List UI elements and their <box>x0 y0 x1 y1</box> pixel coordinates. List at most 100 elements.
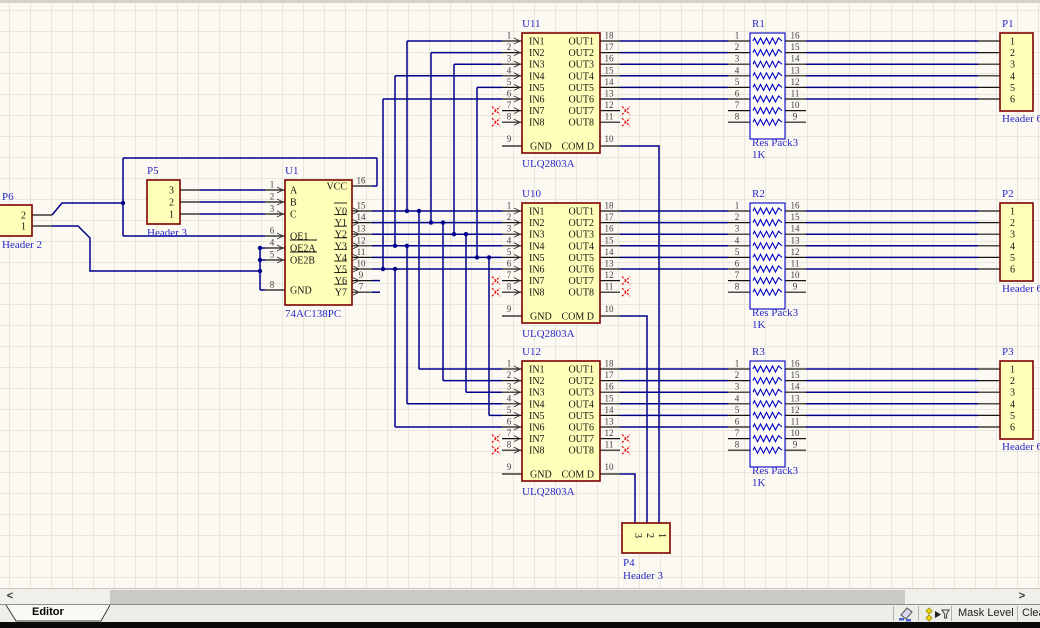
pin-label: IN2 <box>529 48 545 59</box>
pin-label: IN7 <box>529 276 545 287</box>
pin-number: 13 <box>791 235 801 245</box>
pin-label: IN3 <box>529 60 545 71</box>
pin-label: OUT8 <box>568 288 594 299</box>
pin-number: 16 <box>791 201 801 211</box>
play-icon <box>935 611 941 618</box>
pin-number: 4 <box>735 393 740 403</box>
pin-number: 12 <box>357 235 366 245</box>
pin-label: OUT2 <box>568 48 594 59</box>
pin-label: IN2 <box>529 218 545 229</box>
pin-number: 15 <box>791 42 801 52</box>
pin-label: VCC <box>326 182 347 193</box>
pin-number: 1 <box>1010 365 1015 376</box>
clear-button[interactable]: Clear <box>1022 607 1040 619</box>
filter-tools-icons[interactable] <box>922 606 950 622</box>
no-erc-icon[interactable] <box>622 277 630 285</box>
pin-number: 12 <box>791 247 800 257</box>
component-P6[interactable]: 21P6Header 2 <box>0 191 42 251</box>
pin-label: OUT5 <box>568 253 594 264</box>
designator: U10 <box>522 188 541 200</box>
component-P3[interactable]: 123456P3Header 6 <box>1000 346 1040 453</box>
pin-label: IN4 <box>529 241 545 252</box>
component-P1[interactable]: 123456P1Header 6 <box>1000 18 1040 125</box>
schematic-canvas[interactable]: 1IN118OUT12IN217OUT23IN316OUT34IN415OUT4… <box>0 3 1040 588</box>
pin-label: Y4 <box>335 253 347 264</box>
pin-number: 18 <box>605 359 615 369</box>
pin-number: 2 <box>644 533 655 538</box>
scroll-thumb[interactable] <box>110 590 905 604</box>
pin-number: 2 <box>735 212 740 222</box>
pin-number: 9 <box>507 134 512 144</box>
part-name: Header 6 <box>1002 113 1040 125</box>
pin-number: 2 <box>169 198 174 209</box>
eraser-icon[interactable] <box>897 606 915 622</box>
part-name: Header 3 <box>623 570 664 582</box>
pin-number: 1 <box>1010 37 1015 48</box>
component-U1[interactable]: 1A2B3C6OE14OE2A5OE2B8GND16VCC15Y014Y113Y… <box>270 165 366 320</box>
pin-number: 14 <box>605 247 615 257</box>
component-U11[interactable]: 1IN118OUT12IN217OUT23IN316OUT34IN415OUT4… <box>507 18 614 170</box>
pin-number: 2 <box>735 370 740 380</box>
pin-number: 13 <box>605 417 615 427</box>
pin-number: 9 <box>507 304 512 314</box>
pin-label: OUT1 <box>568 207 594 218</box>
pin-number: 4 <box>507 65 512 75</box>
part-name: 74AC138PC <box>285 308 341 320</box>
component-P4[interactable]: 321P4Header 3 <box>622 523 670 582</box>
editor-tab-label[interactable]: Editor <box>32 606 64 618</box>
pin-number: 7 <box>735 100 740 110</box>
no-erc-icon[interactable] <box>622 107 630 115</box>
pin-label: B <box>290 198 297 209</box>
component-R2[interactable]: 11621531441351261171089R2Res Pack31K <box>735 188 800 331</box>
scroll-left-button[interactable]: < <box>2 589 18 604</box>
pin-number: 13 <box>605 89 615 99</box>
component-P2[interactable]: 123456P2Header 6 <box>1000 188 1040 295</box>
no-erc-icon[interactable] <box>492 446 500 454</box>
pin-number: 6 <box>735 89 740 99</box>
pin-label: IN7 <box>529 434 545 445</box>
part-name: Res Pack3 <box>752 137 799 149</box>
pin-label: OUT6 <box>568 95 594 106</box>
component-R3[interactable]: 11621531441351261171089R3Res Pack31K <box>735 346 800 489</box>
mask-level-button[interactable]: Mask Level <box>958 607 1014 619</box>
horizontal-scrollbar[interactable]: < > <box>0 588 1040 604</box>
no-erc-icon[interactable] <box>622 288 630 296</box>
pin-number: 5 <box>507 405 512 415</box>
pin-number: 11 <box>791 417 800 427</box>
part-name: Header 2 <box>2 239 42 251</box>
no-erc-icon[interactable] <box>622 446 630 454</box>
component-U10[interactable]: 1IN118OUT12IN217OUT23IN316OUT34IN415OUT4… <box>507 188 614 340</box>
pin-number: 16 <box>605 224 615 234</box>
pin-label: IN6 <box>529 423 545 434</box>
part-value: 1K <box>752 319 766 331</box>
scroll-right-button[interactable]: > <box>1014 589 1030 604</box>
pin-number: 8 <box>507 112 512 122</box>
pin-label: OUT1 <box>568 365 594 376</box>
no-erc-icon[interactable] <box>492 435 500 443</box>
pin-number: 5 <box>735 405 740 415</box>
pin-number: 4 <box>507 393 512 403</box>
no-erc-icon[interactable] <box>622 118 630 126</box>
no-erc-icon[interactable] <box>622 435 630 443</box>
pin-label: IN8 <box>529 288 545 299</box>
pin-label: GND <box>290 286 312 297</box>
designator: U1 <box>285 165 298 177</box>
pin-number: 14 <box>357 212 367 222</box>
no-erc-icon[interactable] <box>492 277 500 285</box>
designator: P2 <box>1002 188 1014 200</box>
pin-number: 8 <box>270 280 275 290</box>
no-erc-icon[interactable] <box>492 107 500 115</box>
schematic-drawing[interactable]: 1IN118OUT12IN217OUT23IN316OUT34IN415OUT4… <box>0 3 1040 588</box>
status-separator <box>893 606 894 621</box>
no-erc-icon[interactable] <box>492 288 500 296</box>
pin-number: 1 <box>270 180 275 190</box>
pin-number: 11 <box>791 89 800 99</box>
pin-number: 7 <box>507 428 512 438</box>
component-R1[interactable]: 11621531441351261171089R1Res Pack31K <box>735 18 800 161</box>
pin-label: IN3 <box>529 230 545 241</box>
pin-number: 1 <box>507 359 512 369</box>
no-erc-icon[interactable] <box>492 118 500 126</box>
designator: U11 <box>522 18 541 30</box>
component-U12[interactable]: 1IN118OUT12IN217OUT23IN316OUT34IN415OUT4… <box>507 346 614 498</box>
part-value: 1K <box>752 149 766 161</box>
